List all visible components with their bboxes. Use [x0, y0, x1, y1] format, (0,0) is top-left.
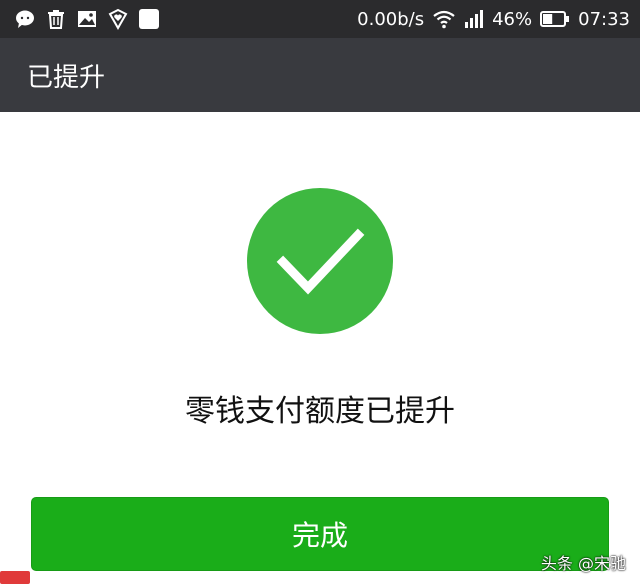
result-message: 零钱支付额度已提升	[185, 394, 455, 429]
title-bar: 已提升	[0, 38, 640, 112]
signal-icon	[465, 10, 484, 28]
status-bar: 0.00b/s 46% 07:33	[0, 0, 640, 38]
square-icon	[139, 9, 159, 29]
checkmark-icon	[276, 228, 365, 295]
trash-icon	[48, 10, 64, 29]
chat-bubble-icon	[16, 10, 34, 28]
watermark-seal	[0, 571, 30, 584]
watermark: 头条 @宋驰	[540, 554, 626, 573]
image-icon	[78, 11, 96, 27]
page-title: 已提升	[27, 63, 106, 93]
done-button-label: 完成	[291, 519, 348, 552]
success-badge	[247, 188, 393, 334]
shield-heart-icon	[108, 8, 128, 30]
net-speed: 0.00b/s	[357, 8, 425, 30]
done-button[interactable]: 完成	[31, 497, 609, 571]
battery-icon	[540, 11, 570, 27]
notification-icons	[14, 8, 160, 30]
battery-percent: 46%	[492, 8, 533, 30]
status-indicators: 0.00b/s 46% 07:33	[357, 7, 630, 31]
wifi-icon	[433, 10, 455, 29]
clock: 07:33	[578, 8, 630, 30]
